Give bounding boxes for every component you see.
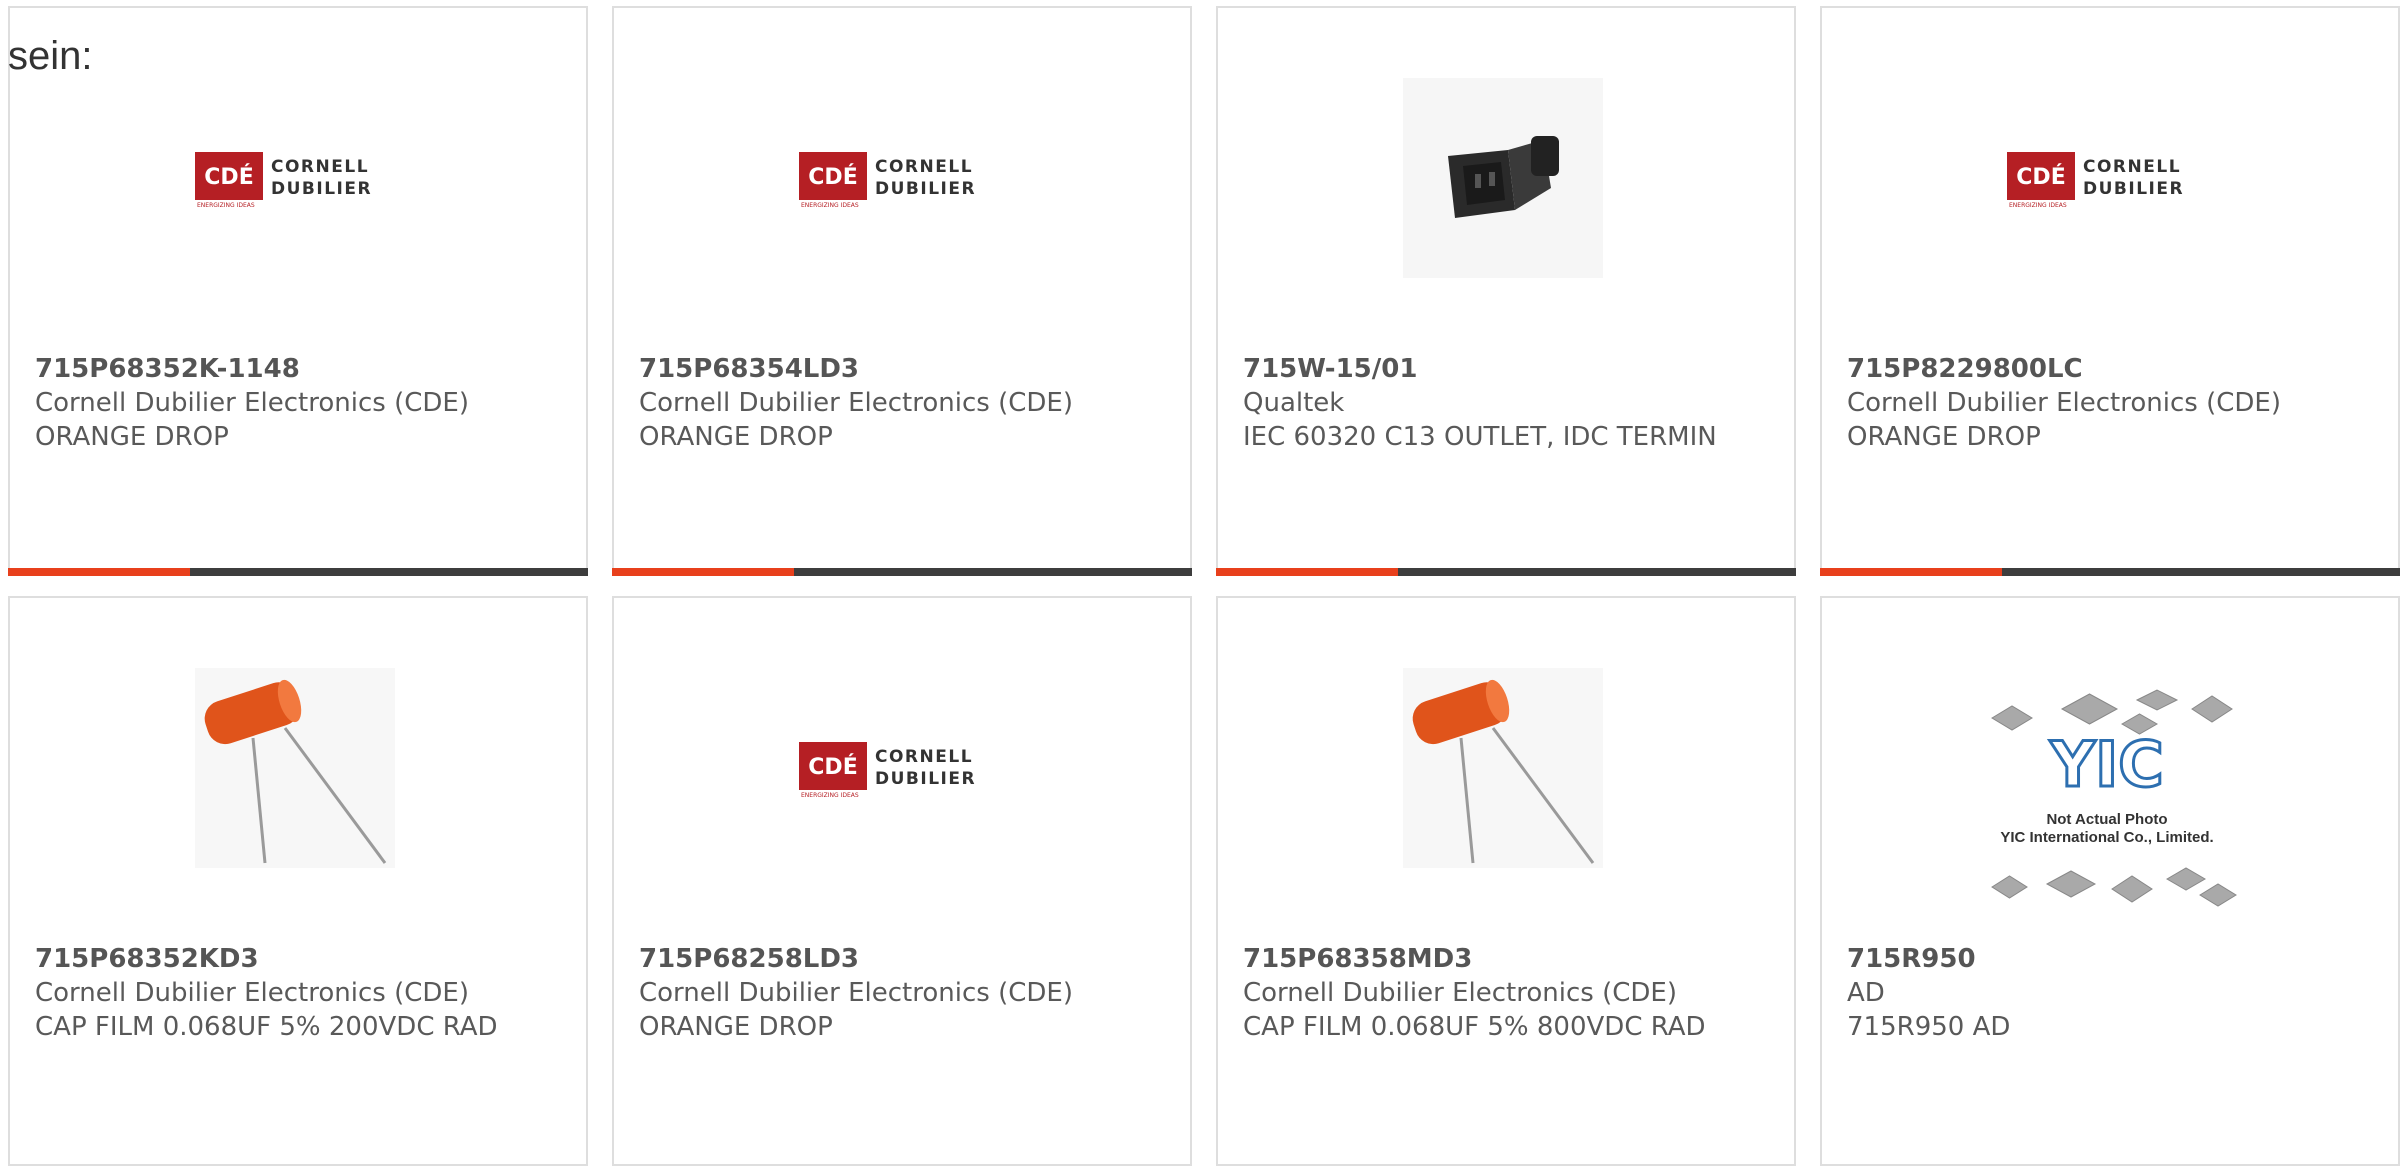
product-info: 715P68352KD3 Cornell Dubilier Electronics… <box>35 942 555 1044</box>
svg-text:CORNELL: CORNELL <box>875 157 973 177</box>
manufacturer-name: Cornell Dubilier Electronics (CDE) <box>1847 388 2281 418</box>
card-bottom-bar <box>1820 568 2400 576</box>
svg-text:DUBILIER: DUBILIER <box>875 769 976 789</box>
product-image[interactable] <box>1403 668 1603 868</box>
card-bottom-bar-accent <box>612 568 794 576</box>
svg-text:YIC International Co., Limited: YIC International Co., Limited. <box>2000 829 2213 846</box>
product-info: 715P68352K-1148 Cornell Dubilier Electron… <box>35 352 555 454</box>
iec-outlet-icon <box>1403 78 1603 278</box>
product-image[interactable] <box>1403 78 1603 278</box>
orange-capacitor-icon <box>1403 668 1603 868</box>
part-number[interactable]: 715R950 <box>1847 942 2367 976</box>
product-card[interactable]: YIC Not Actual Photo YIC International Co.… <box>1820 596 2400 1166</box>
manufacturer-name: Cornell Dubilier Electronics (CDE) <box>35 388 469 418</box>
part-number[interactable]: 715P68352K-1148 <box>35 352 555 386</box>
card-bottom-bar <box>1216 568 1796 576</box>
manufacturer-name: Cornell Dubilier Electronics (CDE) <box>1243 978 1677 1008</box>
card-bottom-bar <box>8 568 588 576</box>
product-image[interactable] <box>195 668 395 868</box>
product-description: CAP FILM 0.068UF 5% 200VDC RAD <box>35 1012 498 1042</box>
product-image[interactable]: CDÉ CORNELL DUBILIER ENERGIZING IDEAS <box>2007 78 2207 278</box>
svg-text:ENERGIZING IDEAS: ENERGIZING IDEAS <box>197 202 255 208</box>
product-image[interactable]: CDÉ CORNELL DUBILIER ENERGIZING IDEAS <box>799 668 999 868</box>
product-info: 715R950 AD 715R950 AD <box>1847 942 2367 1044</box>
svg-text:CDÉ: CDÉ <box>204 164 253 190</box>
cde-logo-icon: CDÉ CORNELLDUBILIER ENERGIZING IDEAS <box>195 152 372 208</box>
part-number[interactable]: 715P68258LD3 <box>639 942 1159 976</box>
product-info: 715P8229800LC Cornell Dubilier Electronic… <box>1847 352 2367 454</box>
manufacturer-name: Qualtek <box>1243 388 1345 418</box>
product-card[interactable]: CDÉ CORNELL DUBILIER ENERGIZING IDEAS 715P68… <box>612 6 1192 576</box>
cde-logo-icon: CDÉ CORNELLDUBILIER ENERGIZING IDEAS <box>2007 152 2184 208</box>
product-description: CAP FILM 0.068UF 5% 800VDC RAD <box>1243 1012 1706 1042</box>
part-number[interactable]: 715W-15/01 <box>1243 352 1763 386</box>
cde-logo-icon: CDÉ CORNELLDUBILIER ENERGIZING IDEAS <box>799 152 976 208</box>
card-bottom-bar-accent <box>1820 568 2002 576</box>
part-number[interactable]: 715P68354LD3 <box>639 352 1159 386</box>
product-description: ORANGE DROP <box>639 422 833 452</box>
svg-text:CDÉ: CDÉ <box>2016 164 2065 190</box>
intro-text: sein: <box>8 34 93 78</box>
product-card[interactable]: 715P68352KD3 Cornell Dubilier Electronics… <box>8 596 588 1166</box>
product-description: ORANGE DROP <box>639 1012 833 1042</box>
manufacturer-name: Cornell Dubilier Electronics (CDE) <box>35 978 469 1008</box>
svg-text:Not Actual Photo: Not Actual Photo <box>2046 811 2167 828</box>
product-description: ORANGE DROP <box>1847 422 2041 452</box>
svg-text:DUBILIER: DUBILIER <box>2083 179 2184 199</box>
product-image[interactable]: CDÉ CORNELL DUBILIER ENERGIZING IDEAS <box>799 78 999 278</box>
svg-text:CORNELL: CORNELL <box>2083 157 2181 177</box>
part-number[interactable]: 715P68358MD3 <box>1243 942 1763 976</box>
part-number[interactable]: 715P8229800LC <box>1847 352 2367 386</box>
product-info: 715W-15/01 Qualtek IEC 60320 C13 OUTLET, I… <box>1243 352 1763 454</box>
svg-text:CORNELL: CORNELL <box>875 747 973 767</box>
product-description: ORANGE DROP <box>35 422 229 452</box>
product-image[interactable]: CDÉ CORNELL DUBILIER ENERGIZING IDEAS <box>195 78 395 278</box>
product-card[interactable]: 715W-15/01 Qualtek IEC 60320 C13 OUTLET, I… <box>1216 6 1796 576</box>
product-info: 715P68358MD3 Cornell Dubilier Electronics… <box>1243 942 1763 1044</box>
card-bottom-bar-accent <box>8 568 190 576</box>
product-card[interactable]: CDÉ CORNELL DUBILIER ENERGIZING IDEAS 715P82… <box>1820 6 2400 576</box>
svg-text:YIC: YIC <box>2049 728 2163 801</box>
svg-text:CORNELL: CORNELL <box>271 157 369 177</box>
product-info: 715P68258LD3 Cornell Dubilier Electronics… <box>639 942 1159 1044</box>
product-info: 715P68354LD3 Cornell Dubilier Electronics… <box>639 352 1159 454</box>
svg-text:ENERGIZING IDEAS: ENERGIZING IDEAS <box>801 202 859 208</box>
svg-text:CDÉ: CDÉ <box>808 164 857 190</box>
manufacturer-name: Cornell Dubilier Electronics (CDE) <box>639 388 1073 418</box>
manufacturer-name: Cornell Dubilier Electronics (CDE) <box>639 978 1073 1008</box>
product-card[interactable]: CDÉ CORNELL DUBILIER ENERGIZING IDEAS 715P68… <box>8 6 588 576</box>
svg-text:ENERGIZING IDEAS: ENERGIZING IDEAS <box>2009 202 2067 208</box>
product-description: 715R950 AD <box>1847 1012 2011 1042</box>
svg-text:ENERGIZING IDEAS: ENERGIZING IDEAS <box>801 792 859 798</box>
orange-capacitor-icon <box>195 668 395 868</box>
svg-text:DUBILIER: DUBILIER <box>271 179 372 199</box>
svg-text:DUBILIER: DUBILIER <box>875 179 976 199</box>
part-number[interactable]: 715P68352KD3 <box>35 942 555 976</box>
card-bottom-bar-accent <box>1216 568 1398 576</box>
manufacturer-name: AD <box>1847 978 1885 1008</box>
yic-placeholder-icon: YIC Not Actual PhotoYIC International Co.… <box>1991 689 2237 907</box>
card-bottom-bar <box>612 568 1192 576</box>
product-image[interactable]: YIC Not Actual Photo YIC International Co.… <box>1972 676 2242 926</box>
svg-text:CDÉ: CDÉ <box>808 754 857 780</box>
product-description: IEC 60320 C13 OUTLET, IDC TERMIN <box>1243 422 1717 452</box>
product-card[interactable]: 715P68358MD3 Cornell Dubilier Electronics… <box>1216 596 1796 1166</box>
product-card[interactable]: CDÉ CORNELL DUBILIER ENERGIZING IDEAS 715P68… <box>612 596 1192 1166</box>
cde-logo-icon: CDÉ CORNELLDUBILIER ENERGIZING IDEAS <box>799 742 976 798</box>
